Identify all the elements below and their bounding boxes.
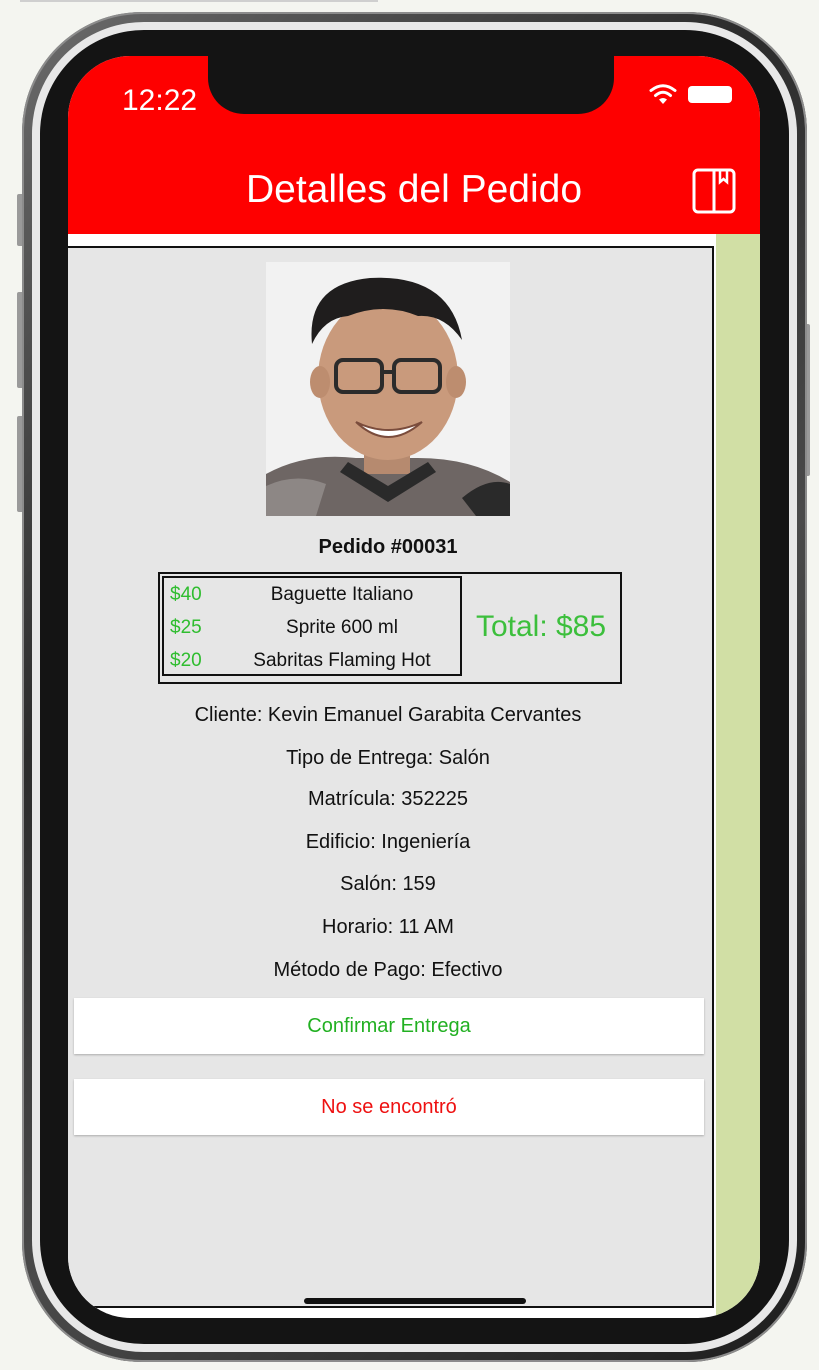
phone-notch <box>208 56 614 114</box>
book-icon[interactable] <box>692 168 736 214</box>
wifi-icon <box>649 84 677 104</box>
order-number: Pedido #00031 <box>318 536 458 558</box>
order-details-panel: Pedido #00031 $40 Baguette Italiano $25 … <box>68 246 714 1308</box>
home-indicator <box>304 1298 526 1304</box>
item-price: $20 <box>170 650 202 671</box>
order-items-list: $40 Baguette Italiano $25 Sprite 600 ml … <box>162 576 462 676</box>
item-price: $40 <box>170 584 202 605</box>
order-total: Total: $85 <box>475 610 607 643</box>
client-name: Cliente: Kevin Emanuel Garabita Cervante… <box>194 704 582 726</box>
item-name: Baguette Italiano <box>270 584 414 605</box>
phone-screen: 12:22 Detalles del Pedido Pedido #00031 … <box>68 56 760 1318</box>
building: Edificio: Ingeniería <box>305 831 471 853</box>
side-panel-strip <box>716 234 760 1318</box>
status-time: 12:22 <box>122 84 198 117</box>
not-found-button[interactable]: No se encontró <box>74 1079 704 1135</box>
app-header: 12:22 Detalles del Pedido <box>68 56 760 234</box>
battery-icon <box>688 86 732 103</box>
student-id: Matrícula: 352225 <box>307 788 469 810</box>
customer-photo <box>266 262 510 516</box>
window-top-edge <box>20 0 378 2</box>
item-name: Sabritas Flaming Hot <box>253 650 431 671</box>
item-name: Sprite 600 ml <box>286 617 398 638</box>
confirm-delivery-button[interactable]: Confirmar Entrega <box>74 998 704 1054</box>
payment-method: Método de Pago: Efectivo <box>273 959 503 981</box>
classroom: Salón: 159 <box>340 873 436 895</box>
order-summary-box: $40 Baguette Italiano $25 Sprite 600 ml … <box>158 572 622 684</box>
delivery-type: Tipo de Entrega: Salón <box>286 747 490 769</box>
item-price: $25 <box>170 617 202 638</box>
page-title: Detalles del Pedido <box>245 168 583 211</box>
schedule: Horario: 11 AM <box>322 916 454 938</box>
